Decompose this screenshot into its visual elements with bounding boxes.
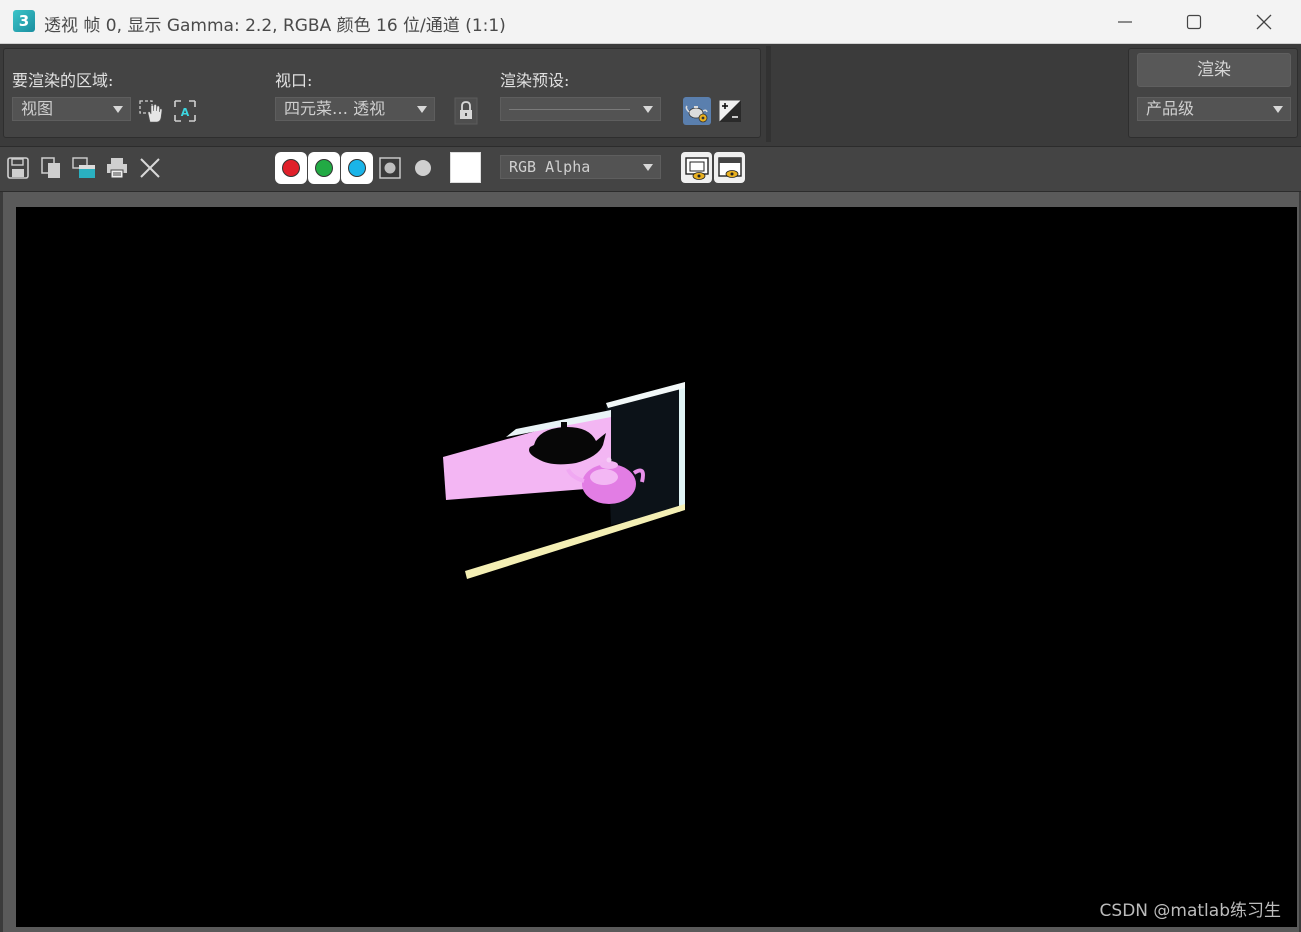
red-channel-icon [282,159,300,177]
viewport-label: 视口: [275,71,313,90]
save-icon [7,157,29,179]
chevron-down-icon [113,106,123,113]
copy-image-button[interactable] [38,155,64,181]
render-scene [443,382,685,579]
minimize-button[interactable] [1091,0,1159,44]
monochrome-toggle[interactable] [410,155,436,181]
green-channel-icon [315,159,333,177]
scene-teapot-highlight [590,469,618,485]
window-eye-icon [717,156,742,178]
green-channel-toggle[interactable] [308,152,340,184]
window-title: 透视 帧 0, 显示 Gamma: 2.2, RGBA 颜色 16 位/通道 (… [44,16,506,36]
clear-x-icon [140,158,160,178]
viewport-dropdown[interactable]: 四元菜… 透视 [275,97,435,121]
area-to-render-dropdown[interactable]: 视图 [12,97,131,121]
preset-separator [509,109,630,110]
monochrome-icon [415,160,431,176]
area-to-render-label: 要渲染的区域: [12,71,114,90]
close-icon [1256,14,1272,30]
scene-teapot-knob [606,457,612,463]
render-quality-dropdown[interactable]: 产品级 [1137,97,1291,121]
hand-region-icon [139,100,163,123]
title-bar: 3 透视 帧 0, 显示 Gamma: 2.2, RGBA 颜色 16 位/通道… [0,0,1301,44]
red-channel-toggle[interactable] [275,152,307,184]
edit-region-button[interactable] [137,97,165,125]
scene-floor-edge [465,504,685,579]
maximize-icon [1186,14,1202,30]
close-button[interactable] [1230,0,1298,44]
scene-shadow-lid [561,422,567,428]
auto-region-icon: A [174,100,196,122]
render-preset-dropdown[interactable] [500,97,661,121]
clone-window-button[interactable] [71,155,97,181]
save-image-button[interactable] [5,155,31,181]
rendered-image[interactable]: CSDN @matlab练习生 [16,207,1297,927]
color-swatch[interactable] [450,152,481,183]
print-icon [107,158,127,179]
chevron-down-icon [643,106,653,113]
render-button[interactable]: 渲染 [1137,53,1291,87]
render-quality-value: 产品级 [1146,99,1195,118]
render-setup-button[interactable] [683,97,711,125]
exposure-control-button[interactable] [716,97,744,125]
alpha-channel-icon [379,157,401,179]
chevron-down-icon [1273,106,1283,113]
alpha-channel-toggle[interactable] [377,155,403,181]
scene-frame-edge [679,382,685,512]
exposure-icon [718,99,742,123]
panel-divider [766,46,771,142]
clone-window-icon [72,157,95,178]
render-preset-label: 渲染预设: [500,71,570,90]
lock-icon [454,97,478,125]
watermark-text: CSDN @matlab练习生 [1099,901,1281,921]
svg-text:A: A [181,106,190,119]
toggle-overlay-button[interactable] [681,152,712,183]
viewport-value: 四元菜… 透视 [284,99,386,118]
teapot-gear-icon [685,105,708,123]
clear-image-button[interactable] [137,155,163,181]
blue-channel-icon [348,159,366,177]
channel-display-value: RGB Alpha [509,158,591,176]
area-to-render-value: 视图 [21,99,54,118]
minimize-icon [1118,21,1132,23]
chevron-down-icon [417,106,427,113]
toggle-ui-button[interactable] [714,152,745,183]
copy-icon [41,157,60,178]
auto-region-button[interactable]: A [171,97,199,125]
lock-viewport-button[interactable] [452,97,480,125]
blue-channel-toggle[interactable] [341,152,373,184]
chevron-down-icon [643,164,653,171]
print-image-button[interactable] [104,155,130,181]
channel-display-dropdown[interactable]: RGB Alpha [500,155,661,179]
app-logo-icon: 3 [13,10,35,32]
display-eye-icon [684,156,709,180]
maximize-button[interactable] [1160,0,1228,44]
render-settings-group [3,48,761,138]
